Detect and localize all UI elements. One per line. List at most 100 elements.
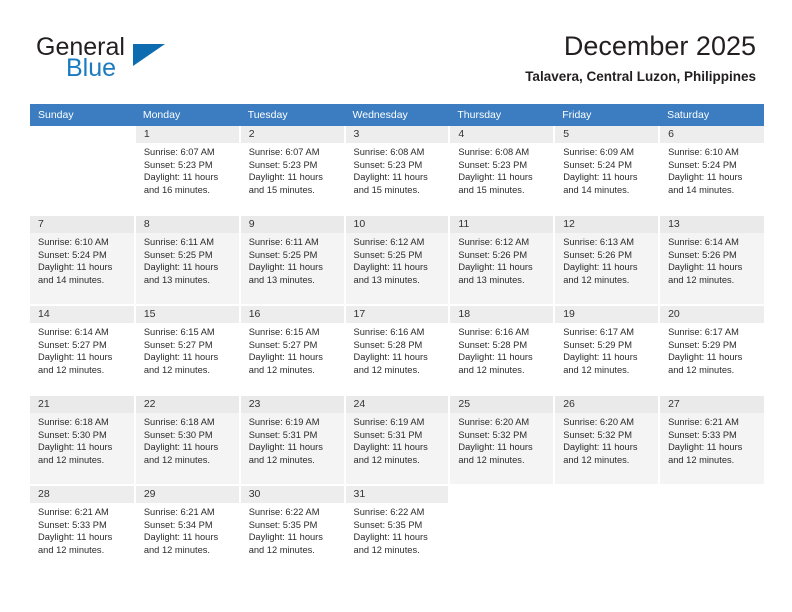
general-blue-logo[interactable]: General Blue (36, 34, 256, 90)
day-number: 12 (555, 216, 659, 233)
day-sunset-text: Sunset: 5:26 PM (458, 249, 528, 260)
weekday-header-monday: Monday (134, 104, 240, 126)
calendar-day-cell[interactable]: 4 Sunrise: 6:08 AM Sunset: 5:23 PM Daylight… (449, 126, 556, 216)
calendar-day-cell[interactable]: 26 Sunrise: 6:20 AM Sunset: 5:32 PM Dayligh… (554, 395, 661, 486)
day-sunset-text: Sunset: 5:23 PM (458, 159, 528, 170)
day-sunset-text: Sunset: 5:31 PM (248, 429, 318, 440)
calendar-day-cell[interactable]: 17 Sunrise: 6:16 AM Sunset: 5:28 PM Dayligh… (344, 305, 451, 396)
day-daylight-text: and 12 minutes. (353, 364, 420, 375)
calendar-day-cell[interactable]: 31 Sunrise: 6:22 AM Sunset: 5:35 PM Dayligh… (344, 485, 451, 576)
calendar-day-cell[interactable]: 28 Sunrise: 6:21 AM Sunset: 5:33 PM Dayligh… (30, 485, 136, 576)
day-sunset-text: Sunset: 5:32 PM (563, 429, 632, 440)
calendar-day-cell[interactable]: 10 Sunrise: 6:12 AM Sunset: 5:25 PM Dayligh… (344, 215, 451, 306)
day-details: Sunrise: 6:08 AM Sunset: 5:23 PM Daylight:… (450, 143, 553, 196)
day-details: Sunrise: 6:07 AM Sunset: 5:23 PM Daylight:… (241, 143, 344, 196)
day-sunset-text: Sunset: 5:26 PM (668, 249, 737, 260)
day-number: 7 (30, 216, 134, 233)
calendar-week-row: 21 Sunrise: 6:18 AM Sunset: 5:30 PM Dayligh… (30, 395, 764, 486)
calendar-day-cell[interactable]: 20 Sunrise: 6:17 AM Sunset: 5:29 PM Dayligh… (659, 305, 764, 396)
weekday-header-tuesday: Tuesday (239, 104, 345, 126)
day-details: Sunrise: 6:09 AM Sunset: 5:24 PM Daylight:… (555, 143, 658, 196)
calendar-day-cell[interactable]: 12 Sunrise: 6:13 AM Sunset: 5:26 PM Dayligh… (554, 215, 661, 306)
day-daylight-text: and 13 minutes. (248, 274, 315, 285)
calendar-day-cell[interactable]: 9 Sunrise: 6:11 AM Sunset: 5:25 PM Daylight… (239, 215, 346, 306)
calendar-day-cell[interactable]: 8 Sunrise: 6:11 AM Sunset: 5:25 PM Daylight… (134, 215, 241, 306)
day-details: Sunrise: 6:15 AM Sunset: 5:27 PM Daylight:… (241, 323, 344, 376)
day-details: Sunrise: 6:12 AM Sunset: 5:26 PM Daylight:… (450, 233, 553, 286)
logo-text-blue: Blue (66, 54, 117, 82)
weekday-header-friday: Friday (554, 104, 660, 126)
calendar-week-row: 28 Sunrise: 6:21 AM Sunset: 5:33 PM Dayligh… (30, 485, 764, 576)
calendar-day-cell[interactable]: 6 Sunrise: 6:10 AM Sunset: 5:24 PM Daylight… (659, 126, 764, 216)
calendar-cell-empty (659, 485, 764, 576)
day-number: 27 (660, 396, 764, 413)
day-sunrise-text: Sunrise: 6:22 AM (353, 507, 425, 517)
day-details: Sunrise: 6:14 AM Sunset: 5:27 PM Daylight:… (30, 323, 134, 376)
day-sunset-text: Sunset: 5:23 PM (248, 159, 318, 170)
day-sunrise-text: Sunrise: 6:20 AM (563, 417, 635, 427)
calendar-day-cell[interactable]: 24 Sunrise: 6:19 AM Sunset: 5:31 PM Dayligh… (344, 395, 451, 486)
calendar-day-cell[interactable]: 27 Sunrise: 6:21 AM Sunset: 5:33 PM Dayligh… (659, 395, 764, 486)
calendar-day-cell[interactable]: 19 Sunrise: 6:17 AM Sunset: 5:29 PM Dayligh… (554, 305, 661, 396)
day-daylight-text: Daylight: 11 hours (248, 172, 323, 183)
day-number: 11 (450, 216, 554, 233)
day-details: Sunrise: 6:21 AM Sunset: 5:33 PM Daylight:… (30, 503, 134, 556)
calendar-cell-empty (449, 485, 556, 576)
day-details: Sunrise: 6:11 AM Sunset: 5:25 PM Daylight:… (241, 233, 344, 286)
day-number: 14 (30, 306, 134, 323)
day-daylight-text: Daylight: 11 hours (38, 352, 113, 363)
calendar-day-cell[interactable]: 2 Sunrise: 6:07 AM Sunset: 5:23 PM Daylight… (239, 126, 346, 216)
day-sunrise-text: Sunrise: 6:10 AM (668, 147, 739, 157)
day-number: 5 (555, 126, 659, 143)
calendar-day-cell[interactable]: 11 Sunrise: 6:12 AM Sunset: 5:26 PM Dayligh… (449, 215, 556, 306)
day-sunset-text: Sunset: 5:28 PM (353, 339, 423, 350)
calendar-day-cell[interactable]: 1 Sunrise: 6:07 AM Sunset: 5:23 PM Daylight… (134, 126, 241, 216)
day-sunrise-text: Sunrise: 6:08 AM (458, 147, 530, 157)
day-sunrise-text: Sunrise: 6:15 AM (143, 327, 215, 337)
day-daylight-text: Daylight: 11 hours (563, 262, 638, 273)
calendar-day-cell[interactable]: 15 Sunrise: 6:15 AM Sunset: 5:27 PM Dayligh… (134, 305, 241, 396)
day-sunset-text: Sunset: 5:25 PM (248, 249, 318, 260)
day-sunset-text: Sunset: 5:32 PM (458, 429, 528, 440)
day-details: Sunrise: 6:21 AM Sunset: 5:33 PM Daylight:… (660, 413, 764, 466)
calendar-day-cell[interactable]: 22 Sunrise: 6:18 AM Sunset: 5:30 PM Dayligh… (134, 395, 241, 486)
day-details: Sunrise: 6:13 AM Sunset: 5:26 PM Daylight:… (555, 233, 658, 286)
calendar-page: General Blue December 2025 Talavera, Cen… (0, 0, 792, 612)
day-details: Sunrise: 6:22 AM Sunset: 5:35 PM Daylight:… (241, 503, 344, 556)
day-sunset-text: Sunset: 5:30 PM (38, 429, 107, 440)
calendar-day-cell[interactable]: 21 Sunrise: 6:18 AM Sunset: 5:30 PM Dayligh… (30, 395, 136, 486)
calendar-cell-empty (30, 126, 136, 216)
day-sunset-text: Sunset: 5:23 PM (353, 159, 423, 170)
day-number: 3 (345, 126, 449, 143)
day-daylight-text: and 12 minutes. (668, 364, 735, 375)
calendar-day-cell[interactable]: 25 Sunrise: 6:20 AM Sunset: 5:32 PM Dayligh… (449, 395, 556, 486)
day-daylight-text: and 14 minutes. (668, 184, 735, 195)
calendar-day-cell[interactable]: 16 Sunrise: 6:15 AM Sunset: 5:27 PM Dayligh… (239, 305, 346, 396)
day-details: Sunrise: 6:19 AM Sunset: 5:31 PM Daylight:… (346, 413, 449, 466)
day-details: Sunrise: 6:16 AM Sunset: 5:28 PM Daylight:… (346, 323, 449, 376)
calendar-day-cell[interactable]: 13 Sunrise: 6:14 AM Sunset: 5:26 PM Dayligh… (659, 215, 764, 306)
calendar-day-cell[interactable]: 30 Sunrise: 6:22 AM Sunset: 5:35 PM Dayligh… (239, 485, 346, 576)
day-daylight-text: Daylight: 11 hours (143, 442, 219, 453)
weekday-header-row: Sunday Monday Tuesday Wednesday Thursday… (30, 104, 764, 126)
day-sunset-text: Sunset: 5:27 PM (38, 339, 107, 350)
day-daylight-text: and 16 minutes. (143, 184, 210, 195)
day-daylight-text: and 12 minutes. (563, 274, 630, 285)
day-details: Sunrise: 6:10 AM Sunset: 5:24 PM Daylight:… (660, 143, 764, 196)
calendar-day-cell[interactable]: 3 Sunrise: 6:08 AM Sunset: 5:23 PM Daylight… (344, 126, 451, 216)
day-daylight-text: Daylight: 11 hours (458, 442, 533, 453)
calendar-day-cell[interactable]: 5 Sunrise: 6:09 AM Sunset: 5:24 PM Daylight… (554, 126, 661, 216)
calendar-week-row: 7 Sunrise: 6:10 AM Sunset: 5:24 PM Daylight… (30, 215, 764, 306)
day-sunrise-text: Sunrise: 6:19 AM (248, 417, 320, 427)
calendar-day-cell[interactable]: 23 Sunrise: 6:19 AM Sunset: 5:31 PM Dayligh… (239, 395, 346, 486)
day-number: 4 (450, 126, 554, 143)
day-sunrise-text: Sunrise: 6:10 AM (38, 237, 109, 247)
calendar-day-cell[interactable]: 7 Sunrise: 6:10 AM Sunset: 5:24 PM Daylight… (30, 215, 136, 306)
calendar-day-cell[interactable]: 18 Sunrise: 6:16 AM Sunset: 5:28 PM Dayligh… (449, 305, 556, 396)
day-sunrise-text: Sunrise: 6:19 AM (353, 417, 425, 427)
day-sunset-text: Sunset: 5:26 PM (563, 249, 632, 260)
day-number: 26 (555, 396, 659, 413)
calendar-day-cell[interactable]: 29 Sunrise: 6:21 AM Sunset: 5:34 PM Dayligh… (134, 485, 241, 576)
day-daylight-text: and 13 minutes. (353, 274, 420, 285)
calendar-day-cell[interactable]: 14 Sunrise: 6:14 AM Sunset: 5:27 PM Dayligh… (30, 305, 136, 396)
